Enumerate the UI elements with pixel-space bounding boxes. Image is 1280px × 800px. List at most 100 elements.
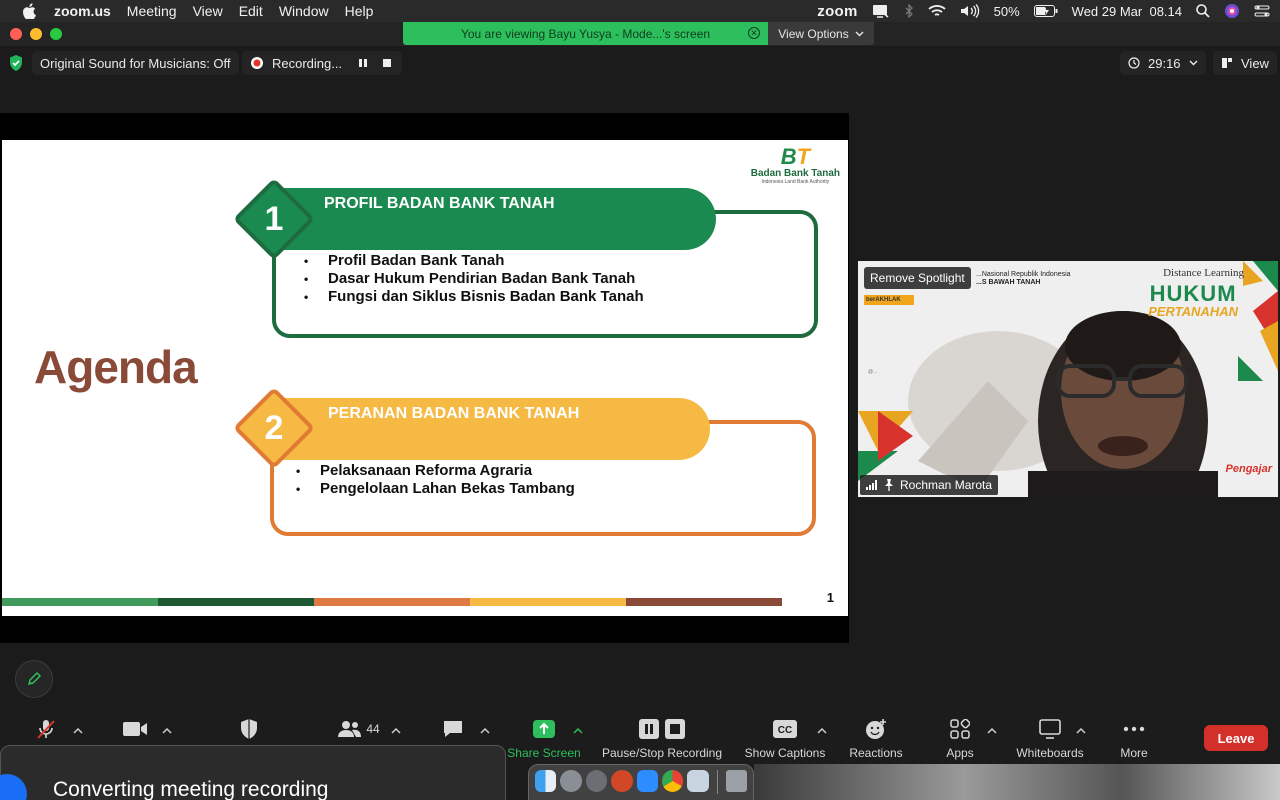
share-screen-button[interactable]: Share Screen: [505, 718, 583, 760]
slide-color-stripes: [2, 598, 782, 606]
meeting-timer[interactable]: 29:16: [1120, 51, 1206, 75]
whiteboards-options-chevron-icon[interactable]: [1076, 726, 1086, 736]
battery-icon[interactable]: [1033, 5, 1058, 17]
list-item: Pelaksanaan Reforma Agraria: [296, 462, 575, 480]
hukum-pertanahan-logo: HUKUM PERTANAHAN: [1148, 283, 1238, 319]
pengajar-label: Pengajar: [1225, 463, 1272, 475]
annotate-button[interactable]: [15, 660, 53, 698]
logo-name: Badan Bank Tanah: [750, 168, 840, 179]
recording-dot-icon: [250, 56, 264, 70]
logo-mark-b: B: [780, 144, 797, 169]
captions-options-chevron-icon[interactable]: [817, 726, 827, 736]
apps-options-chevron-icon[interactable]: [987, 726, 997, 736]
security-button[interactable]: [238, 718, 260, 740]
clock[interactable]: Wed 29 Mar 08.14: [1072, 4, 1182, 19]
share-screen-label: Share Screen: [507, 746, 581, 760]
whiteboards-button[interactable]: Whiteboards: [1012, 718, 1088, 760]
chat-button[interactable]: [442, 718, 464, 740]
show-captions-button[interactable]: CC Show Captions: [741, 718, 829, 760]
minimize-window-button[interactable]: [30, 28, 42, 40]
whiteboards-label: Whiteboards: [1016, 746, 1084, 760]
close-window-button[interactable]: [10, 28, 22, 40]
launchpad-icon[interactable]: [560, 770, 582, 792]
menu-meeting[interactable]: Meeting: [127, 3, 177, 19]
stop-recording-icon[interactable]: [382, 58, 392, 68]
zoom-window-button[interactable]: [50, 28, 62, 40]
remove-spotlight-button[interactable]: Remove Spotlight: [864, 267, 971, 289]
reactions-button[interactable]: Reactions: [846, 718, 906, 760]
powerpoint-icon[interactable]: [611, 770, 633, 792]
recording-label: Recording...: [272, 55, 343, 71]
banner-close-icon[interactable]: ✕: [748, 27, 760, 39]
leave-button[interactable]: Leave: [1204, 725, 1268, 751]
mute-options-chevron-icon[interactable]: [73, 726, 83, 736]
recording-conversion-notification[interactable]: Converting meeting recording: [0, 745, 506, 800]
encryption-shield-icon[interactable]: [8, 54, 24, 72]
pause-icon: [639, 719, 659, 739]
section1-number: 1: [264, 199, 284, 238]
more-dots-icon: [1123, 726, 1145, 732]
view-button[interactable]: View: [1213, 51, 1277, 75]
logo-subtitle: Indonesia Land Bank Authority: [761, 179, 830, 185]
pause-stop-recording-button[interactable]: Pause/Stop Recording: [598, 718, 726, 760]
viewing-screen-banner: You are viewing Bayu Yusya - Mode...'s s…: [403, 22, 768, 45]
org-line-2: ...S BAWAH TANAH: [976, 279, 1041, 286]
trash-icon[interactable]: [725, 770, 747, 792]
menu-help[interactable]: Help: [345, 3, 374, 19]
pin-icon: [884, 479, 894, 491]
section1-title: PROFIL BADAN BANK TANAH: [324, 195, 555, 212]
menu-edit[interactable]: Edit: [239, 3, 263, 19]
view-options-button[interactable]: View Options: [768, 22, 874, 45]
agenda-title: Agenda: [34, 341, 198, 393]
timer-value: 29:16: [1148, 55, 1181, 71]
mute-button[interactable]: [32, 718, 60, 740]
apps-button[interactable]: Apps: [940, 718, 980, 760]
wifi-icon[interactable]: [928, 4, 946, 18]
menu-window[interactable]: Window: [279, 3, 329, 19]
viewing-text: You are viewing Bayu Yusya - Mode...'s s…: [460, 26, 711, 41]
zoom-menubar-logo[interactable]: zoom: [817, 3, 857, 20]
list-item: Pengelolaan Lahan Bekas Tambang: [296, 480, 575, 498]
section2-header: PERANAN BADAN BANK TANAH: [278, 398, 710, 460]
participants-button[interactable]: 44: [336, 718, 382, 740]
clock-icon: [1128, 57, 1140, 69]
menu-view[interactable]: View: [193, 3, 223, 19]
control-center-icon[interactable]: [1254, 4, 1270, 18]
participants-options-chevron-icon[interactable]: [391, 726, 401, 736]
section1-header: PROFIL BADAN BANK TANAH: [278, 188, 716, 250]
preview-icon[interactable]: [687, 770, 709, 792]
siri-icon[interactable]: [1224, 3, 1240, 19]
muted-microphone-icon: [35, 718, 57, 740]
video-button[interactable]: [121, 718, 149, 740]
view-label: View: [1241, 55, 1269, 71]
pause-recording-icon[interactable]: [358, 58, 368, 68]
participant-video[interactable]: @... Remove Spotlight ...Nasional Republ…: [858, 261, 1278, 497]
video-options-chevron-icon[interactable]: [162, 726, 172, 736]
more-button[interactable]: More: [1114, 718, 1154, 760]
show-captions-label: Show Captions: [744, 746, 826, 760]
menu-bar: zoom.us Meeting View Edit Window Help zo…: [0, 0, 1280, 22]
menu-app-name[interactable]: zoom.us: [54, 3, 111, 19]
presentation-slide: BT Badan Bank Tanah Indonesia Land Bank …: [2, 140, 848, 616]
share-options-chevron-icon[interactable]: [573, 726, 583, 736]
share-screen-icon: [532, 719, 556, 739]
whiteboard-icon: [1039, 719, 1061, 739]
signal-bars-icon: [866, 480, 878, 490]
finder-icon[interactable]: [535, 770, 557, 792]
chrome-icon[interactable]: [661, 770, 684, 792]
bluetooth-icon[interactable]: [904, 4, 914, 18]
original-sound-button[interactable]: Original Sound for Musicians: Off: [32, 51, 239, 75]
apple-icon[interactable]: [18, 0, 40, 22]
volume-icon[interactable]: [960, 4, 980, 18]
search-icon[interactable]: [1196, 4, 1210, 18]
participants-icon: [338, 720, 362, 738]
zoom-app-icon[interactable]: [636, 770, 658, 792]
chat-options-chevron-icon[interactable]: [480, 726, 490, 736]
desktop-wallpaper: [754, 764, 1280, 800]
distance-learning-label: Distance Learning: [1163, 267, 1244, 279]
participants-count: 44: [366, 722, 380, 736]
original-sound-label: Original Sound for Musicians: Off: [40, 55, 231, 71]
zoom-screen-icon[interactable]: [872, 4, 890, 18]
system-preferences-icon[interactable]: [585, 770, 608, 792]
svg-text:@...: @...: [868, 369, 877, 375]
